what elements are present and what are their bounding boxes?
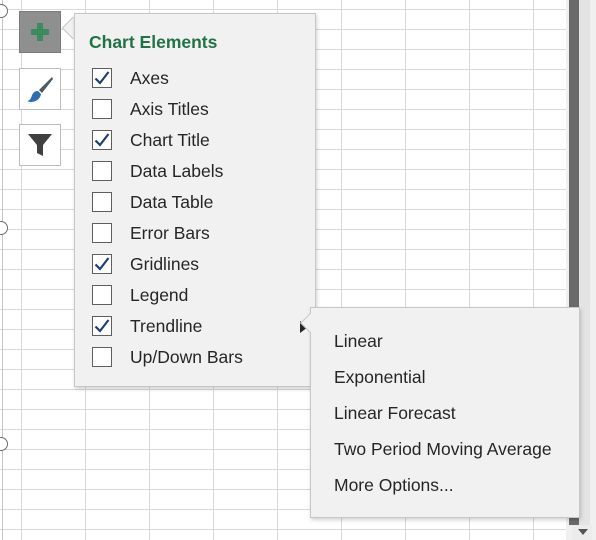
chart-element-data-labels[interactable]: Data Labels (92, 158, 307, 184)
trendline-option-two-period-moving-average[interactable]: Two Period Moving Average (334, 436, 574, 462)
chart-element-label: Up/Down Bars (130, 346, 243, 367)
chart-element-gridlines[interactable]: Gridlines (92, 251, 307, 277)
chart-filters-button[interactable] (19, 124, 61, 166)
gridlines-checkbox[interactable] (92, 254, 112, 274)
trendline-option-linear-forecast[interactable]: Linear Forecast (334, 400, 574, 426)
chart-element-axes[interactable]: Axes (92, 65, 307, 91)
chart-element-data-table[interactable]: Data Table (92, 189, 307, 215)
chart-element-up-down-bars[interactable]: Up/Down Bars (92, 344, 307, 370)
chart-element-label: Chart Title (130, 129, 210, 150)
error-bars-checkbox[interactable] (92, 223, 112, 243)
chart-element-axis-titles[interactable]: Axis Titles (92, 96, 307, 122)
chart-element-label: Legend (130, 284, 189, 305)
chart-element-label: Gridlines (130, 253, 200, 274)
data-table-checkbox[interactable] (92, 192, 112, 212)
chart-element-label: Axis Titles (130, 98, 209, 119)
chart-elements-button[interactable] (19, 11, 61, 53)
checkmark-icon (94, 257, 110, 271)
chart-element-label: Trendline (130, 315, 203, 336)
trendline-submenu: Linear Exponential Linear Forecast Two P… (310, 307, 580, 518)
chart-border (2, 0, 3, 540)
chart-element-label: Data Table (130, 191, 214, 212)
chart-styles-button[interactable] (19, 68, 61, 110)
trendline-option-exponential[interactable]: Exponential (334, 364, 574, 390)
chart-element-label: Axes (130, 67, 169, 88)
funnel-icon (28, 134, 52, 156)
chart-element-legend[interactable]: Legend (92, 282, 307, 308)
chart-elements-flyout: Chart Elements Axes Axis Titles Chart Ti… (74, 13, 316, 387)
chart-element-trendline[interactable]: Trendline (92, 313, 308, 339)
trendline-checkbox[interactable] (92, 316, 112, 336)
scroll-down-button[interactable] (572, 525, 592, 540)
checkmark-icon (94, 133, 110, 147)
chart-element-label: Error Bars (130, 222, 210, 243)
legend-checkbox[interactable] (92, 285, 112, 305)
chevron-down-icon (578, 529, 588, 535)
flyout-title: Chart Elements (89, 32, 218, 52)
excel-worksheet: Chart Elements Axes Axis Titles Chart Ti… (0, 0, 596, 540)
data-labels-checkbox[interactable] (92, 161, 112, 181)
chart-element-chart-title[interactable]: Chart Title (92, 127, 307, 153)
chart-element-label: Data Labels (130, 160, 224, 181)
axes-checkbox[interactable] (92, 68, 112, 88)
axis-titles-checkbox[interactable] (92, 99, 112, 119)
chart-element-error-bars[interactable]: Error Bars (92, 220, 307, 246)
plus-icon (31, 23, 49, 41)
checkmark-icon (94, 71, 110, 85)
checkmark-icon (94, 319, 110, 333)
trendline-option-more-options[interactable]: More Options... (334, 472, 574, 498)
up-down-bars-checkbox[interactable] (92, 347, 112, 367)
chart-title-checkbox[interactable] (92, 130, 112, 150)
trendline-option-linear[interactable]: Linear (334, 328, 574, 354)
paintbrush-icon (27, 77, 53, 102)
